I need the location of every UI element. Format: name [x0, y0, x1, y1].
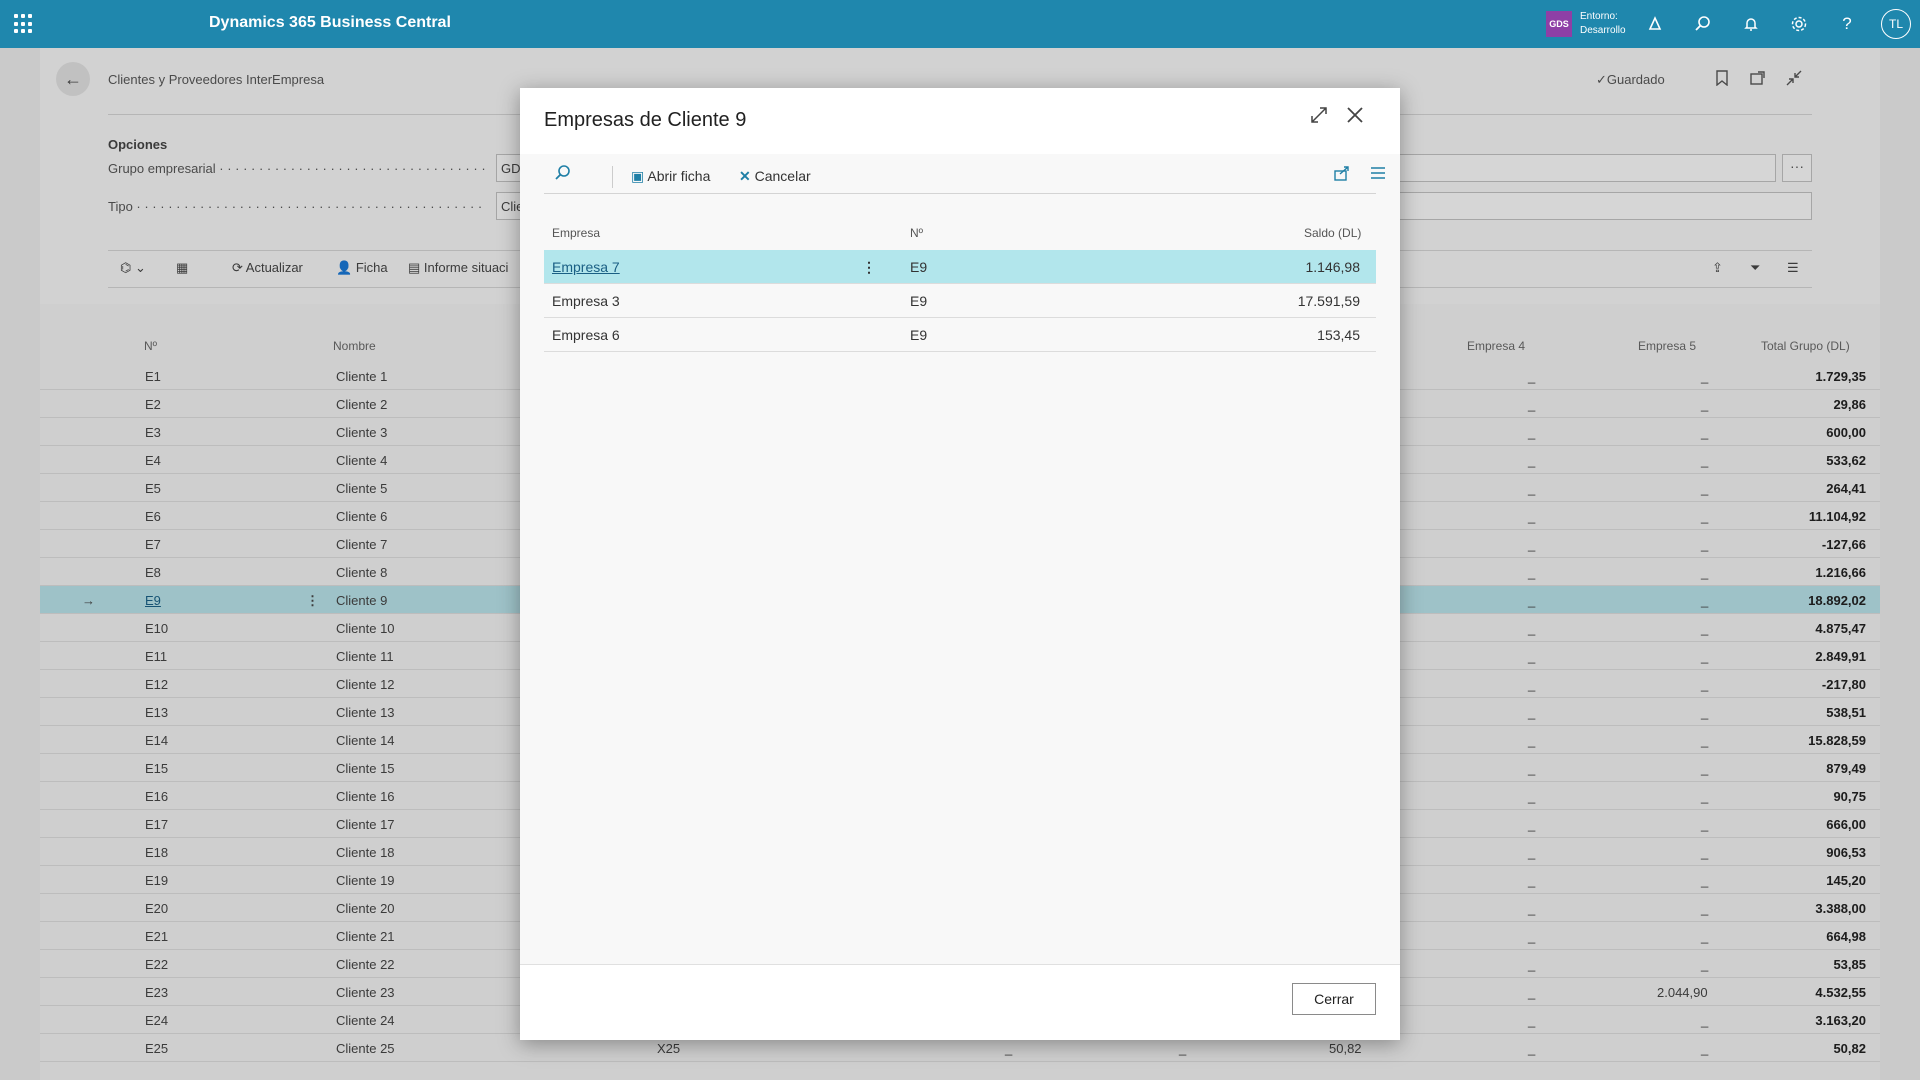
- expand-icon[interactable]: [1310, 106, 1328, 128]
- company-number: E9: [910, 327, 928, 343]
- share-icon[interactable]: [1334, 165, 1350, 184]
- card-icon: ▣: [631, 168, 645, 184]
- environment-info[interactable]: Entorno: Desarrollo: [1580, 10, 1626, 38]
- company-number: E9: [910, 259, 928, 275]
- company-balance: 153,45: [1317, 327, 1360, 343]
- gear-icon[interactable]: [1787, 12, 1811, 36]
- col-header-balance[interactable]: Saldo (DL): [1304, 226, 1361, 240]
- company-row[interactable]: Empresa 7 ⋮ E9 1.146,98: [544, 250, 1376, 284]
- company-row[interactable]: Empresa 3 E9 17.591,59: [544, 284, 1376, 318]
- company-name: Empresa 3: [552, 293, 620, 309]
- companies-dialog: Empresas de Cliente 9 ▣ Abrir ficha ✕ Ca…: [520, 88, 1400, 1040]
- company-row[interactable]: Empresa 6 E9 153,45: [544, 318, 1376, 352]
- open-card-label: Abrir ficha: [647, 168, 711, 184]
- avatar[interactable]: TL: [1881, 9, 1911, 39]
- col-header-number[interactable]: Nº: [910, 226, 923, 240]
- list-options-icon[interactable]: [1370, 165, 1386, 184]
- company-number: E9: [910, 293, 928, 309]
- app-title: Dynamics 365 Business Central: [209, 14, 451, 31]
- company-name: Empresa 6: [552, 327, 620, 343]
- search-icon[interactable]: [554, 164, 572, 185]
- dialog-toolbar: ▣ Abrir ficha ✕ Cancelar: [544, 154, 1385, 194]
- close-icon[interactable]: [1346, 106, 1364, 128]
- top-bar: Dynamics 365 Business Central GDS Entorn…: [0, 0, 1920, 48]
- cancel-label: Cancelar: [754, 168, 811, 184]
- environment-value: Desarrollo: [1580, 25, 1626, 36]
- dialog-footer: [520, 964, 1400, 1040]
- help-icon[interactable]: ?: [1835, 12, 1859, 36]
- company-link[interactable]: Empresa 7: [552, 259, 620, 275]
- cancel-button[interactable]: ✕ Cancelar: [739, 168, 811, 185]
- app-launcher-icon[interactable]: [14, 14, 34, 34]
- bell-icon[interactable]: [1739, 12, 1763, 36]
- search-icon[interactable]: [1691, 12, 1715, 36]
- row-menu-icon[interactable]: ⋮: [862, 259, 876, 276]
- close-button[interactable]: Cerrar: [1292, 983, 1376, 1015]
- company-balance: 1.146,98: [1305, 259, 1361, 275]
- environment-label: Entorno:: [1580, 11, 1618, 22]
- toolbar-separator: [612, 166, 613, 188]
- company-balance: 17.591,59: [1297, 293, 1360, 309]
- col-header-company[interactable]: Empresa: [552, 226, 600, 240]
- dialog-header: Empresas de Cliente 9: [520, 88, 1400, 154]
- copilot-icon[interactable]: [1643, 12, 1667, 36]
- dialog-title: Empresas de Cliente 9: [544, 109, 747, 131]
- open-card-button[interactable]: ▣ Abrir ficha: [631, 168, 710, 185]
- environment-badge[interactable]: GDS: [1546, 11, 1572, 37]
- cancel-icon: ✕: [739, 168, 751, 184]
